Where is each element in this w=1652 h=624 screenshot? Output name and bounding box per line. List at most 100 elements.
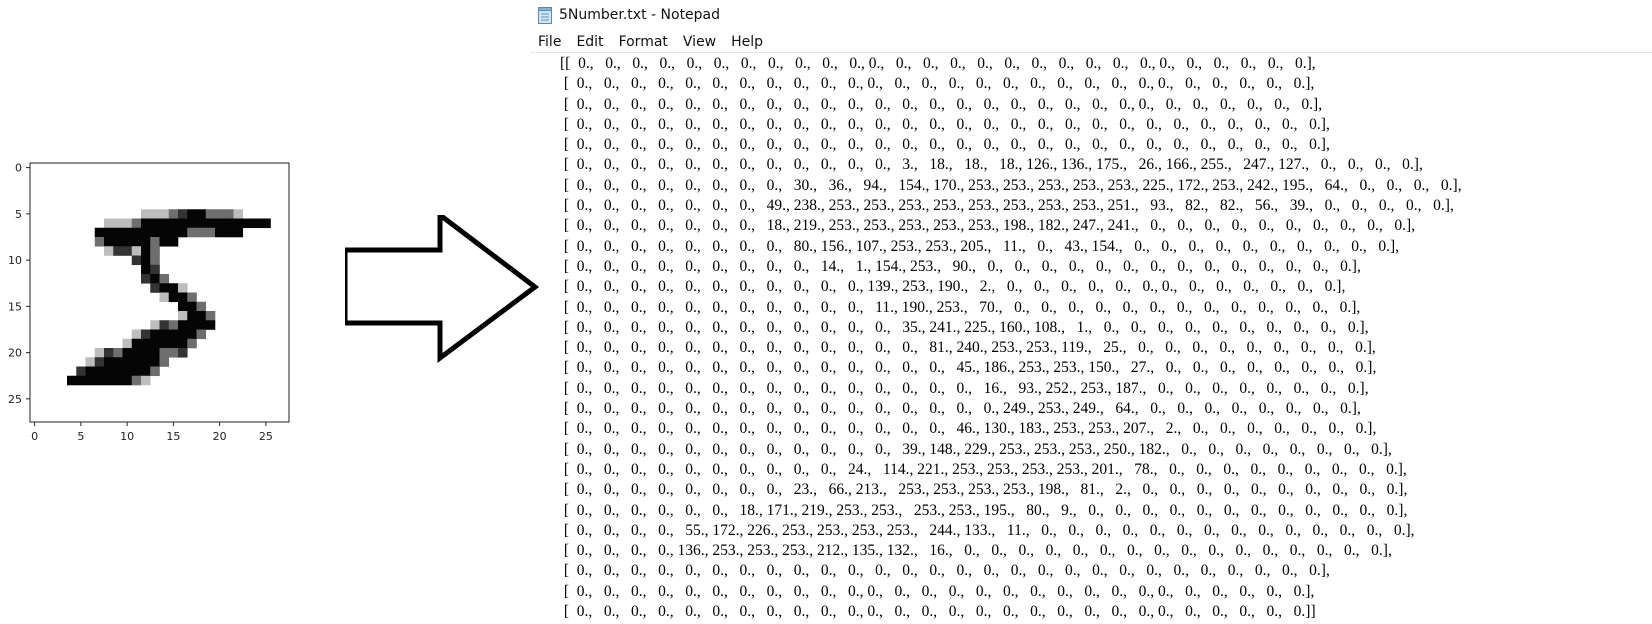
text-line: [ 0., 0., 0., 0., 55., 172., 226., 253.,… (560, 521, 1415, 539)
image-pixel (94, 348, 105, 358)
image-pixel (159, 227, 170, 238)
text-line: [ 0., 0., 0., 0., 0., 0., 0., 0., 0., 0.… (560, 318, 1369, 336)
image-pixel (205, 209, 216, 219)
right-arrow-icon (345, 215, 540, 363)
image-pixel (168, 338, 179, 349)
image-pixel (168, 209, 179, 219)
image-pixel (159, 274, 170, 284)
image-pixel (141, 218, 151, 229)
image-pixel (131, 366, 142, 377)
image-pixel (178, 320, 188, 330)
x-tick-label: 25 (259, 430, 273, 443)
menu-edit[interactable]: Edit (576, 34, 603, 50)
y-tick-label: 25 (8, 393, 22, 406)
text-line: [ 0., 0., 0., 0., 0., 0., 0., 0., 80., 1… (560, 237, 1399, 255)
image-pixel (159, 329, 170, 340)
image-pixel (131, 227, 142, 238)
image-pixel (187, 218, 197, 229)
image-pixel (168, 292, 179, 303)
image-pixel (104, 218, 114, 229)
image-pixel (150, 348, 160, 358)
text-line: [ 0., 0., 0., 0., 0., 0., 0., 0., 0., 0.… (560, 460, 1407, 478)
text-line: [ 0., 0., 0., 0., 136., 253., 253., 253.… (560, 542, 1392, 560)
image-pixel (85, 375, 96, 386)
image-pixel (113, 246, 123, 256)
text-line: [ 0., 0., 0., 0., 0., 0., 0., 0., 23., 6… (560, 481, 1408, 499)
menu-file[interactable]: File (538, 34, 561, 50)
image-pixel (233, 218, 244, 229)
menu-help[interactable]: Help (731, 34, 763, 50)
text-line: [ 0., 0., 0., 0., 0., 0., 18., 171., 219… (560, 501, 1408, 519)
image-pixel (196, 329, 207, 340)
image-pixel (215, 218, 225, 229)
image-pixel (215, 227, 225, 238)
image-pixel (196, 227, 207, 238)
image-pixel (141, 348, 151, 358)
image-pixel (261, 218, 271, 229)
image-pixel (150, 366, 160, 377)
image-pixel (168, 348, 179, 358)
image-pixel (141, 357, 151, 367)
image-pixel (178, 329, 188, 340)
image-pixel (159, 320, 170, 330)
x-tick-label: 5 (77, 430, 84, 443)
image-pixel (150, 227, 160, 238)
image-pixel (122, 246, 133, 256)
menu-divider (530, 52, 1652, 53)
text-line: [ 0., 0., 0., 0., 0., 0., 0., 0., 0., 0.… (560, 339, 1376, 357)
image-pixel (141, 255, 151, 266)
image-pixel (252, 218, 262, 229)
y-tick-label: 5 (15, 208, 22, 221)
menu-view[interactable]: View (683, 34, 716, 50)
text-line: [ 0., 0., 0., 0., 0., 0., 0., 0., 0., 0.… (560, 75, 1315, 93)
digit-image-plot: 0 5 10 15 20 25 0 5 10 15 20 25 (8, 162, 290, 443)
image-pixel (76, 375, 86, 386)
image-pixel (187, 292, 197, 303)
image-pixel (131, 246, 142, 256)
image-pixel (141, 366, 151, 377)
image-pixel (168, 320, 179, 330)
image-pixel (159, 237, 170, 247)
image-pixel (104, 357, 114, 367)
image-pixel (187, 209, 197, 219)
image-pixel (94, 357, 105, 367)
image-pixel (187, 338, 197, 349)
text-line: [ 0., 0., 0., 0., 0., 0., 0., 0., 0., 0.… (560, 440, 1392, 458)
image-pixel (131, 348, 142, 358)
image-pixel (131, 338, 142, 349)
text-line: [ 0., 0., 0., 0., 0., 0., 0., 0., 0., 0.… (560, 115, 1330, 133)
image-pixel (122, 357, 133, 367)
image-pixel (178, 292, 188, 303)
image-pixel (233, 227, 244, 238)
image-pixel (141, 329, 151, 340)
text-editor[interactable]: [[ 0., 0., 0., 0., 0., 0., 0., 0., 0., 0… (560, 54, 1652, 624)
image-pixel (122, 227, 133, 238)
image-pixel (94, 366, 105, 377)
image-pixel (104, 246, 114, 256)
image-pixel (141, 237, 151, 247)
text-line: [ 0., 0., 0., 0., 0., 0., 0., 0., 0., 14… (560, 257, 1361, 275)
image-pixel (131, 218, 142, 229)
notepad-file-icon (538, 6, 552, 24)
text-line: [ 0., 0., 0., 0., 0., 0., 0., 0., 0., 0.… (560, 359, 1377, 377)
image-pixel (159, 348, 170, 358)
image-pixel (150, 255, 160, 266)
y-tick-label: 0 (15, 162, 22, 175)
image-pixel (131, 357, 142, 367)
image-pixel (159, 338, 170, 349)
image-pixel (104, 237, 114, 247)
image-pixel (141, 227, 151, 238)
image-pixel (141, 246, 151, 256)
image-pixel (205, 311, 216, 321)
text-line: [ 0., 0., 0., 0., 0., 0., 0., 0., 0., 0.… (560, 400, 1361, 418)
image-pixel (224, 218, 234, 229)
image-pixel (150, 209, 160, 219)
image-pixel (141, 338, 151, 349)
image-pixel (215, 209, 225, 219)
image-pixel (131, 375, 142, 386)
image-pixel (122, 375, 133, 386)
image-pixel (104, 375, 114, 386)
menu-format[interactable]: Format (619, 34, 668, 50)
text-line: [ 0., 0., 0., 0., 0., 0., 0., 0., 0., 0.… (560, 562, 1330, 580)
x-tick-label: 15 (166, 430, 180, 443)
